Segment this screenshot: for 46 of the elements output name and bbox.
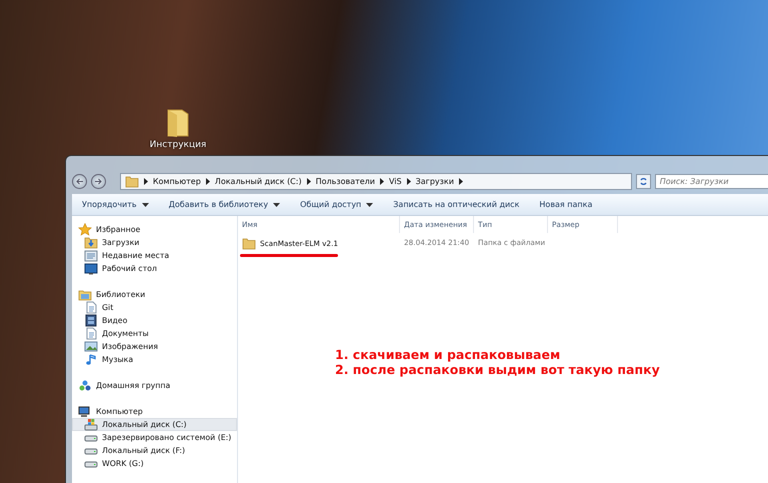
video-icon (84, 314, 98, 327)
back-button[interactable] (72, 174, 87, 188)
folder-icon (124, 174, 139, 188)
search-field[interactable]: Поиск: Загрузки (654, 174, 768, 188)
forward-button[interactable] (90, 174, 106, 188)
chevron-right-icon (206, 178, 210, 184)
document-icon (84, 327, 98, 340)
star-icon (78, 223, 92, 236)
system-drive-icon (84, 418, 98, 431)
downloads-folder-icon (84, 236, 98, 249)
toolbar-button[interactable]: Новая папка (539, 198, 592, 210)
refresh-icon (638, 176, 648, 186)
arrow-right-icon (94, 178, 102, 184)
breadcrumb[interactable]: Компьютер (152, 176, 201, 186)
caret-icon (142, 202, 149, 206)
folder-icon (242, 236, 256, 250)
arrow-left-icon (76, 178, 83, 184)
caret-icon (273, 202, 280, 206)
toolbar-button[interactable]: Общий доступ (300, 198, 374, 210)
chevron-right-icon (406, 178, 411, 184)
breadcrumb[interactable]: ViS (389, 176, 402, 186)
toolbar-button[interactable]: Записать на оптический диск (393, 198, 520, 210)
breadcrumb[interactable]: Пользователи (316, 176, 375, 186)
breadcrumb[interactable]: Локальный диск (C:) (214, 176, 302, 186)
desktop-icon-label[interactable]: Инструкция (150, 140, 206, 150)
library-icon (78, 288, 92, 301)
chevron-right-icon (458, 178, 463, 184)
annotation-text: 1. скачиваем и распаковываем (335, 347, 562, 362)
recent-places-icon (84, 249, 98, 262)
toolbar-button[interactable]: Упорядочить (82, 198, 149, 210)
chevron-right-icon (380, 178, 384, 184)
refresh-button[interactable] (636, 174, 651, 188)
caret-icon (366, 202, 374, 206)
music-note-icon (84, 353, 98, 366)
document-icon (84, 301, 98, 314)
chevron-right-icon (306, 178, 311, 184)
chevron-right-icon (144, 178, 148, 184)
address-bar[interactable]: Компьютер Локальный диск (C:) Пользователи ViS Загрузки (120, 172, 632, 190)
breadcrumb[interactable]: Загрузки (416, 176, 454, 186)
toolbar-button[interactable]: Добавить в библиотеку (168, 198, 280, 210)
folder-icon[interactable] (166, 108, 190, 138)
image-icon (84, 340, 98, 353)
homegroup-icon (78, 379, 92, 392)
desktop-icon (84, 262, 98, 275)
annotation-text: 2. после распаковки выдим вот такую папку (335, 362, 660, 377)
computer-icon (78, 405, 92, 418)
